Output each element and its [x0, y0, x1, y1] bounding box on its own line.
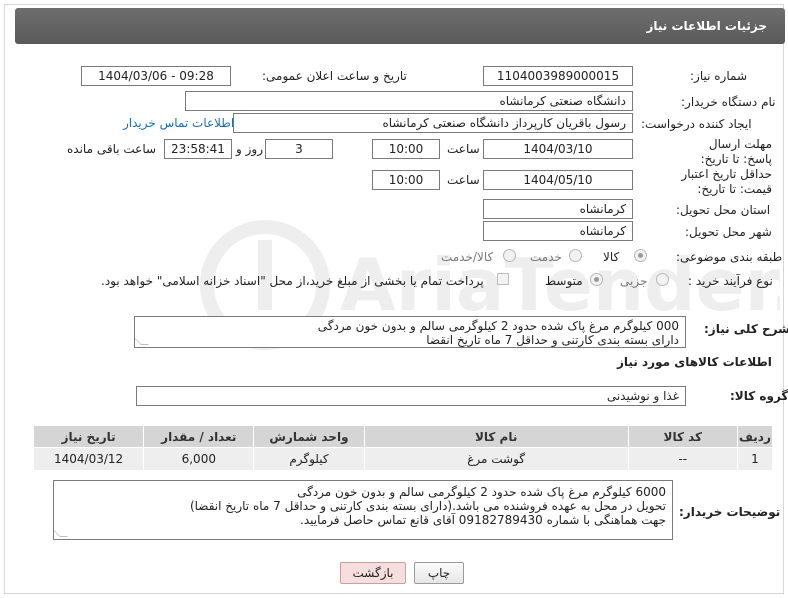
cell-row-number: 1: [736, 447, 774, 471]
page-title: جزئیات اطلاعات نیاز: [15, 8, 785, 44]
min-validity-label: حداقل تاریخ اعتبار قیمت: تا تاریخ:: [681, 167, 772, 196]
buyer-org-label: نام دستگاه خریدار:: [681, 95, 776, 109]
days-label: روز و: [236, 142, 263, 156]
category-label: طبقه بندی موضوعی:: [676, 250, 783, 264]
city-label: شهر محل تحویل:: [685, 225, 772, 239]
goods-group-field: غذا و نوشیدنی: [136, 386, 686, 406]
cell-need-date: 1404/03/12: [32, 447, 145, 471]
category-option-both: کالا/خدمت: [441, 250, 494, 264]
cell-item-code: --: [627, 447, 738, 471]
description-line-1: 000 کیلوگرم مرغ پاک شده حدود 2 کیلوگرمی …: [317, 319, 679, 333]
remaining-time-label: ساعت باقی مانده: [67, 142, 157, 156]
process-label: نوع فرآیند خرید :: [688, 274, 773, 288]
cell-item-name: گوشت مرغ: [363, 447, 629, 471]
treasury-checkbox[interactable]: [497, 273, 509, 285]
goods-table: ردیف کد کالا نام کالا واحد شمارش تعداد /…: [32, 425, 774, 471]
province-label: استان محل تحویل:: [676, 203, 771, 217]
announce-field: 1404/03/06 - 09:28: [81, 66, 231, 86]
table-header-row: ردیف کد کالا نام کالا واحد شمارش تعداد /…: [32, 425, 774, 448]
category-radio-service[interactable]: [569, 249, 582, 262]
payment-note: پرداخت تمام یا بخشی از مبلغ خرید،از محل …: [101, 274, 484, 288]
deadline-label: مهلت ارسال پاسخ: تا تاریخ:: [700, 137, 772, 166]
print-button[interactable]: چاپ: [414, 562, 464, 584]
process-option-minor: جزیی: [620, 274, 648, 288]
cell-unit: کیلوگرم: [253, 447, 365, 471]
process-option-medium: متوسط: [545, 274, 583, 288]
col-item-name: نام کالا: [363, 425, 629, 448]
back-button[interactable]: بازگشت: [340, 562, 406, 584]
col-unit: واحد شمارش: [253, 425, 365, 448]
validity-time-field: 10:00: [372, 170, 440, 190]
process-radio-medium[interactable]: [590, 273, 603, 286]
buyer-notes-line-1: 6000 کیلوگرم مرغ پاک شده حدود 2 کیلوگرمی…: [297, 485, 666, 499]
col-item-code: کد کالا: [627, 425, 738, 448]
creator-label: ایجاد کننده درخواست:: [641, 117, 752, 131]
cell-quantity: 6,000: [143, 447, 255, 471]
category-radio-goods[interactable]: [634, 249, 647, 262]
days-field: 3: [265, 139, 333, 159]
announce-label: تاریخ و ساعت اعلان عمومی:: [262, 69, 407, 83]
need-number-label: شماره نیاز:: [690, 69, 747, 83]
goods-info-heading: اطلاعات کالاهای مورد نیاز: [617, 355, 772, 369]
creator-field: رسول باقریان کارپرداز دانشگاه صنعتی کرما…: [233, 113, 633, 133]
validity-date-field: 1404/05/10: [483, 170, 633, 190]
table-row: 1 -- گوشت مرغ کیلوگرم 6,000 1404/03/12: [32, 447, 774, 471]
resize-grip-icon[interactable]: [54, 529, 68, 537]
deadline-date-field: 1404/03/10: [483, 139, 633, 159]
need-number-field: 1104003989000015: [483, 66, 633, 86]
category-option-service: خدمت: [530, 250, 562, 264]
process-radio-minor[interactable]: [656, 273, 669, 286]
description-textarea: 000 کیلوگرم مرغ پاک شده حدود 2 کیلوگرمی …: [134, 316, 686, 348]
category-option-goods: کالا: [603, 250, 620, 264]
remaining-time-field: 23:58:41: [164, 139, 232, 159]
deadline-time-label: ساعت: [447, 142, 480, 156]
buyer-org-field: دانشگاه صنعتی کرمانشاه: [185, 91, 633, 111]
deadline-time-field: 10:00: [372, 139, 440, 159]
province-field: کرمانشاه: [483, 199, 633, 219]
category-radio-both[interactable]: [503, 249, 516, 262]
col-need-date: تاریخ نیاز: [32, 425, 145, 448]
col-quantity: تعداد / مقدار: [143, 425, 255, 448]
description-label: شرح کلی نیاز:: [704, 322, 788, 336]
buyer-notes-line-3: جهت هماهنگی با شماره 09182789430 آقای قا…: [300, 513, 666, 527]
description-line-2: دارای بسته بندی کارتنی و حداقل 7 ماه تار…: [426, 333, 679, 347]
validity-time-label: ساعت: [447, 173, 480, 187]
buyer-notes-textarea: 6000 کیلوگرم مرغ پاک شده حدود 2 کیلوگرمی…: [53, 480, 673, 540]
buyer-notes-line-2: تحویل در محل به عهده فروشنده می باشد.(دا…: [189, 499, 666, 513]
buyer-contact-link[interactable]: اطلاعات تماس خریدار: [123, 116, 234, 130]
buyer-notes-label: توضیحات خریدار:: [679, 505, 781, 519]
col-row-number: ردیف: [736, 425, 774, 448]
goods-group-label: گروه کالا:: [730, 389, 788, 403]
city-field: کرمانشاه: [483, 221, 633, 241]
